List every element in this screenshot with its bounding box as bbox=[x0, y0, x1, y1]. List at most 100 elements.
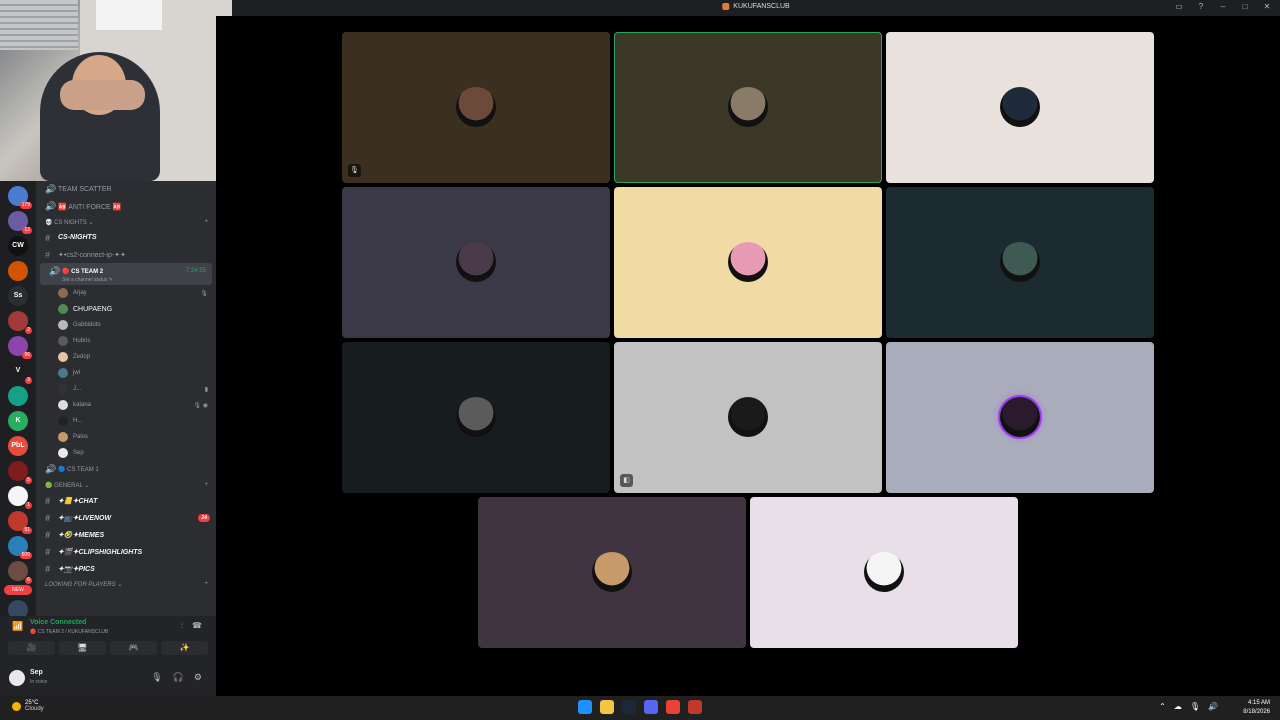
taskbar-app-icon[interactable] bbox=[644, 700, 658, 714]
voice-user[interactable]: CHUPAENG bbox=[36, 301, 216, 317]
voice-connected-subtitle[interactable]: 🔴 CS TEAM 2 / KUKUFANSCLUB bbox=[30, 629, 108, 635]
voice-user[interactable]: J... ▮ bbox=[36, 381, 216, 397]
minimize-button[interactable]: – bbox=[1218, 2, 1228, 11]
channel-name: TEAM SCATTER bbox=[58, 186, 112, 193]
server-icon[interactable]: 6 bbox=[8, 561, 32, 584]
text-channel[interactable]: # ✦🤣✦MEMES bbox=[36, 526, 216, 543]
inbox-icon[interactable]: ▭ bbox=[1174, 2, 1184, 11]
server-icon[interactable]: 179 bbox=[8, 186, 32, 209]
server-icon[interactable]: 12 bbox=[8, 211, 32, 234]
server-icon[interactable]: V3 bbox=[8, 361, 32, 384]
voice-user[interactable]: jwl bbox=[36, 365, 216, 381]
user-status: In voice bbox=[30, 679, 48, 685]
taskbar-app-icon[interactable] bbox=[666, 700, 680, 714]
clock[interactable]: 4:15 AM 8/18/2026 bbox=[1243, 699, 1270, 717]
text-channel[interactable]: # ✦📷✦PICS bbox=[36, 560, 216, 577]
server-icon[interactable]: 96 bbox=[8, 336, 32, 359]
microphone-icon[interactable]: 🎙 bbox=[151, 672, 162, 683]
window-title-text: KUKUFANSCLUB bbox=[733, 3, 790, 10]
participant-tile[interactable]: 🎙 bbox=[342, 32, 610, 183]
avatar[interactable] bbox=[9, 670, 25, 686]
participant-tile[interactable] bbox=[886, 187, 1154, 338]
voice-channel-cs-team-1[interactable]: 🔊 🔵 CS TEAM 1 bbox=[36, 461, 216, 478]
server-icon[interactable] bbox=[8, 386, 28, 406]
server-icon[interactable]: 506 bbox=[8, 536, 32, 559]
server-icon[interactable]: 51 bbox=[8, 511, 32, 534]
voice-user[interactable]: H... bbox=[36, 413, 216, 429]
mention-badge: 506 bbox=[19, 552, 32, 559]
muted-mic-icon: 🎙 bbox=[348, 164, 361, 177]
participant-tile[interactable] bbox=[886, 342, 1154, 493]
voice-user[interactable]: Sep bbox=[36, 445, 216, 461]
disconnect-icon[interactable]: ☎ bbox=[192, 621, 202, 631]
taskbar-app-icon[interactable] bbox=[622, 700, 636, 714]
voice-user[interactable]: Gabbidoto bbox=[36, 317, 216, 333]
category-cs-nights[interactable]: 💀 CS NIGHTS ⌄ + bbox=[36, 215, 216, 229]
participant-tile[interactable] bbox=[886, 32, 1154, 183]
participant-tile[interactable]: ◧ bbox=[614, 342, 882, 493]
headphones-icon[interactable]: 🎧 bbox=[173, 672, 184, 683]
server-icon[interactable]: 1 bbox=[8, 486, 32, 509]
taskbar-app-icon[interactable] bbox=[600, 700, 614, 714]
voice-channel-anti-force[interactable]: 🔊 🆎 ANTI FORCE 🆎 bbox=[36, 198, 216, 215]
participant-tile[interactable] bbox=[750, 497, 1018, 648]
server-icon[interactable]: PbL bbox=[8, 436, 28, 456]
server-icon[interactable]: 5 bbox=[8, 461, 32, 484]
camera-button[interactable]: 🎥 bbox=[8, 641, 55, 655]
add-channel-icon[interactable]: + bbox=[204, 482, 208, 488]
unread-badge: 24 bbox=[198, 513, 210, 522]
server-icon[interactable] bbox=[8, 261, 28, 281]
participant-tile[interactable] bbox=[614, 32, 882, 183]
soundboard-button[interactable]: ✨ bbox=[161, 641, 208, 655]
screen-share-button[interactable]: 🖥 bbox=[59, 641, 106, 655]
cloud-icon[interactable]: ☁ bbox=[1174, 702, 1182, 711]
channel-name: ✦🎬✦CLIPSHIGHLIGHTS bbox=[58, 548, 143, 556]
tray-overflow-icon[interactable]: ⌃ bbox=[1159, 702, 1166, 711]
activities-button[interactable]: 🎮 bbox=[110, 641, 157, 655]
text-channel-cs-nights[interactable]: # CS-NIGHTS bbox=[36, 229, 216, 246]
participant-tile[interactable] bbox=[614, 187, 882, 338]
voice-user[interactable]: Zedop bbox=[36, 349, 216, 365]
category-looking-for-players[interactable]: LOOKING FOR PLAYERS ⌄ + bbox=[36, 577, 216, 591]
noise-suppression-icon[interactable]: ⫶ bbox=[181, 621, 183, 631]
maximize-button[interactable]: □ bbox=[1240, 2, 1250, 11]
hash-icon: # bbox=[45, 249, 51, 260]
voice-channel-cs-team-2[interactable]: 🔊 🔴 CS TEAM 2 7:24:55 Set a channel stat… bbox=[40, 263, 212, 285]
add-channel-icon[interactable]: + bbox=[204, 219, 208, 225]
add-channel-icon[interactable]: + bbox=[204, 581, 208, 587]
help-icon[interactable]: ? bbox=[1196, 2, 1206, 11]
channel-status-prompt[interactable]: Set a channel status ✎ bbox=[49, 277, 113, 283]
settings-gear-icon[interactable]: ⚙ bbox=[194, 672, 202, 683]
voice-channel-team-scatter[interactable]: 🔊 TEAM SCATTER bbox=[36, 181, 216, 198]
avatar bbox=[58, 400, 68, 410]
participant-tile[interactable] bbox=[478, 497, 746, 648]
close-button[interactable]: ✕ bbox=[1262, 2, 1272, 11]
voice-user-name: katana bbox=[73, 402, 92, 408]
text-channel[interactable]: # ✦🎬✦CLIPSHIGHLIGHTS bbox=[36, 543, 216, 560]
voice-user[interactable]: katana 🎙 ◉ bbox=[36, 397, 216, 413]
category-general[interactable]: 🟢 GENERAL ⌄ + bbox=[36, 478, 216, 492]
signal-icon[interactable]: 📶 bbox=[12, 621, 23, 632]
voice-user[interactable]: Palos bbox=[36, 429, 216, 445]
voice-user[interactable]: Arjay 🎙 bbox=[36, 285, 216, 301]
text-channel[interactable]: # ✦📒✦CHAT bbox=[36, 492, 216, 509]
voice-user-name: Gabbidoto bbox=[73, 322, 101, 328]
server-icon[interactable]: K bbox=[8, 411, 28, 431]
server-icon[interactable]: Ss bbox=[8, 286, 28, 306]
participant-tile[interactable] bbox=[342, 187, 610, 338]
server-icon[interactable]: 2 bbox=[8, 311, 32, 334]
text-channel[interactable]: # ✦📺✦LIVENOW 24 bbox=[36, 509, 216, 526]
avatar bbox=[58, 368, 68, 378]
weather-widget[interactable]: 25°C Cloudy bbox=[12, 700, 44, 712]
participant-tile[interactable] bbox=[342, 342, 610, 493]
server-icon[interactable]: CW bbox=[8, 236, 28, 256]
taskbar-app-icon[interactable] bbox=[688, 700, 702, 714]
taskbar-app-icon[interactable] bbox=[578, 700, 592, 714]
voice-user-name: Palos bbox=[73, 434, 89, 440]
voice-user[interactable]: Hubris bbox=[36, 333, 216, 349]
microphone-icon[interactable]: 🎙 bbox=[1190, 702, 1200, 711]
voice-user-name: J... bbox=[73, 386, 82, 392]
volume-icon[interactable]: 🔊 bbox=[1208, 702, 1218, 711]
text-channel-connect-ip[interactable]: # ✦•cs2-connect-ip-✦✦ bbox=[36, 246, 216, 263]
channel-name: 🔵 CS TEAM 1 bbox=[58, 467, 99, 473]
